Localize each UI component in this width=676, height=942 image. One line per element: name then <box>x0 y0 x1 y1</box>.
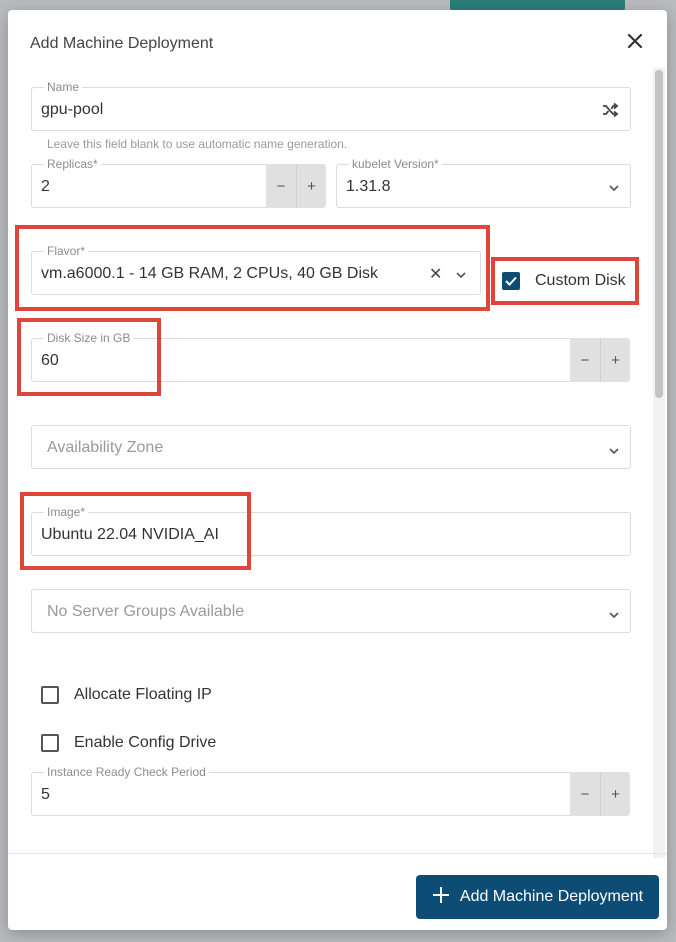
checkbox-unchecked-icon <box>41 686 59 704</box>
name-value: gpu-pool <box>41 101 104 118</box>
instance-ready-check-decrement-button[interactable]: − <box>570 772 600 816</box>
dialog-scrollbar-thumb[interactable] <box>655 70 663 398</box>
enable-config-drive-label: Enable Config Drive <box>74 734 217 751</box>
add-machine-deployment-label: Add Machine Deployment <box>459 888 644 905</box>
kubelet-version-select[interactable]: kubelet Version* 1.31.8 <box>336 157 631 208</box>
server-groups-placeholder: No Server Groups Available <box>47 603 245 620</box>
flavor-label: Flavor* <box>44 244 89 258</box>
replicas-stepper: − + <box>266 164 326 208</box>
disk-size-input[interactable]: Disk Size in GB 60 <box>31 331 571 382</box>
disk-size-increment-button[interactable]: + <box>600 338 630 382</box>
enable-config-drive-checkbox[interactable]: Enable Config Drive <box>41 734 216 752</box>
name-label: Name <box>44 80 83 94</box>
checkbox-checked-icon <box>502 272 520 290</box>
allocate-floating-ip-checkbox[interactable]: Allocate Floating IP <box>41 686 212 704</box>
allocate-floating-ip-label: Allocate Floating IP <box>74 686 212 703</box>
flavor-select[interactable]: Flavor* vm.a6000.1 - 14 GB RAM, 2 CPUs, … <box>31 244 481 295</box>
server-groups-select[interactable]: No Server Groups Available <box>31 589 631 633</box>
availability-zone-select[interactable]: Availability Zone <box>31 425 631 469</box>
name-hint: Leave this field blank to use automatic … <box>47 137 348 151</box>
plus-icon <box>432 886 450 909</box>
close-icon[interactable] <box>622 28 648 54</box>
replicas-decrement-button[interactable]: − <box>266 164 296 208</box>
instance-ready-check-value: 5 <box>41 786 50 803</box>
image-value: Ubuntu 22.04 NVIDIA_AI <box>41 526 219 543</box>
kubelet-version-value: 1.31.8 <box>346 178 391 195</box>
replicas-label: Replicas* <box>44 157 101 171</box>
chevron-down-icon <box>609 612 619 619</box>
instance-ready-check-input[interactable]: Instance Ready Check Period 5 <box>31 765 571 816</box>
add-machine-deployment-dialog: Add Machine Deployment Name gpu-pool Lea… <box>8 10 667 930</box>
kubelet-version-label: kubelet Version* <box>349 157 442 171</box>
replicas-value: 2 <box>41 178 50 195</box>
replicas-input[interactable]: Replicas* 2 <box>31 157 267 208</box>
instance-ready-check-label: Instance Ready Check Period <box>44 765 209 779</box>
clear-icon[interactable]: ✕ <box>429 264 442 284</box>
disk-size-stepper: − + <box>570 338 630 382</box>
name-field[interactable]: Name gpu-pool <box>31 80 631 131</box>
instance-ready-check-increment-button[interactable]: + <box>600 772 630 816</box>
disk-size-decrement-button[interactable]: − <box>570 338 600 382</box>
disk-size-value: 60 <box>41 352 59 369</box>
footer-divider <box>8 853 667 854</box>
chevron-down-icon <box>609 448 619 455</box>
add-machine-deployment-button[interactable]: Add Machine Deployment <box>416 875 659 919</box>
dialog-title: Add Machine Deployment <box>30 35 214 52</box>
chevron-down-icon[interactable] <box>454 268 468 282</box>
shuffle-icon[interactable] <box>601 101 619 124</box>
availability-zone-placeholder: Availability Zone <box>47 439 164 456</box>
chevron-down-icon <box>609 185 619 192</box>
custom-disk-label: Custom Disk <box>535 272 626 289</box>
custom-disk-checkbox[interactable]: Custom Disk <box>502 272 626 290</box>
replicas-increment-button[interactable]: + <box>296 164 326 208</box>
disk-size-label: Disk Size in GB <box>44 331 134 345</box>
image-input[interactable]: Image* Ubuntu 22.04 NVIDIA_AI <box>31 505 631 556</box>
checkbox-unchecked-icon <box>41 734 59 752</box>
image-label: Image* <box>44 505 89 519</box>
instance-ready-check-stepper: − + <box>570 772 630 816</box>
flavor-value: vm.a6000.1 - 14 GB RAM, 2 CPUs, 40 GB Di… <box>41 265 379 282</box>
